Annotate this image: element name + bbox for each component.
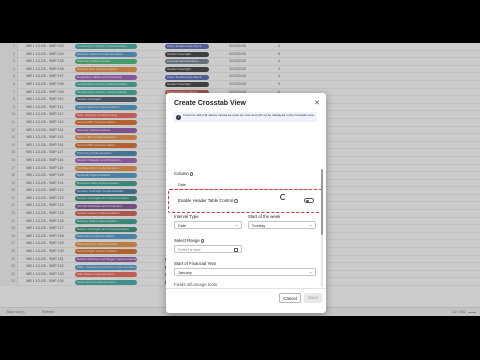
select-range-placeholder: Select a date [178,247,201,252]
spreadsheet-app: 1 WB 1.13-G5 - SMP 103 Construction Activi… [0,43,480,316]
start-financial-label: Start of Financial Year [174,261,217,266]
dialog-footer-divider [166,288,326,289]
cancel-button[interactable]: Cancel [279,293,301,303]
column-label: Column [174,171,194,176]
enable-header-label: Enable Header Table Control [178,198,238,203]
info-icon: i [176,114,181,120]
chevron-down-icon: ⌄ [308,223,312,227]
info-banner: i Columns with null values cannot be use… [173,112,317,122]
interval-type-label: Interval Type [174,214,199,219]
column-value[interactable]: Date [178,182,186,187]
column-label-text: Column [174,171,189,176]
start-week-label: Start of the week [248,214,281,219]
enable-header-label-text: Enable Header Table Control [178,198,234,203]
start-financial-select[interactable]: January ⌄ [174,268,316,276]
video-frame: 1 WB 1.13-G5 - SMP 103 Construction Activi… [0,0,480,360]
select-range-input[interactable]: Select a date [174,245,242,253]
chevron-down-icon: ⌄ [234,223,238,227]
select-range-label: Select Range [174,238,205,243]
start-week-value: Sunday [252,223,266,228]
close-icon[interactable]: ✕ [314,99,320,107]
info-circle-icon [200,239,205,243]
enable-header-toggle[interactable] [304,198,314,203]
loading-cursor-icon [280,194,286,200]
select-range-label-text: Select Range [174,238,200,243]
create-crosstab-dialog: Create Crosstab View ✕ i Columns with nu… [166,93,326,313]
chevron-down-icon: ⌄ [308,270,312,274]
toggle-knob [306,199,309,203]
calendar-icon[interactable] [234,247,238,252]
info-circle-icon [189,172,194,176]
info-banner-text: Columns with null values cannot be used … [183,112,315,117]
interval-type-value: Date [178,223,187,228]
start-week-select[interactable]: Sunday ⌄ [248,221,316,229]
partial-section-label: Fields of/Lineage tools [174,282,217,287]
start-financial-value: January [178,270,192,275]
scrollbar-thumb[interactable] [321,169,323,235]
dialog-scrollbar[interactable] [321,169,323,287]
dialog-title: Create Crosstab View [174,100,246,107]
save-button[interactable]: Save [304,293,322,303]
interval-type-select[interactable]: Date ⌄ [174,221,242,229]
info-circle-icon [234,199,238,203]
